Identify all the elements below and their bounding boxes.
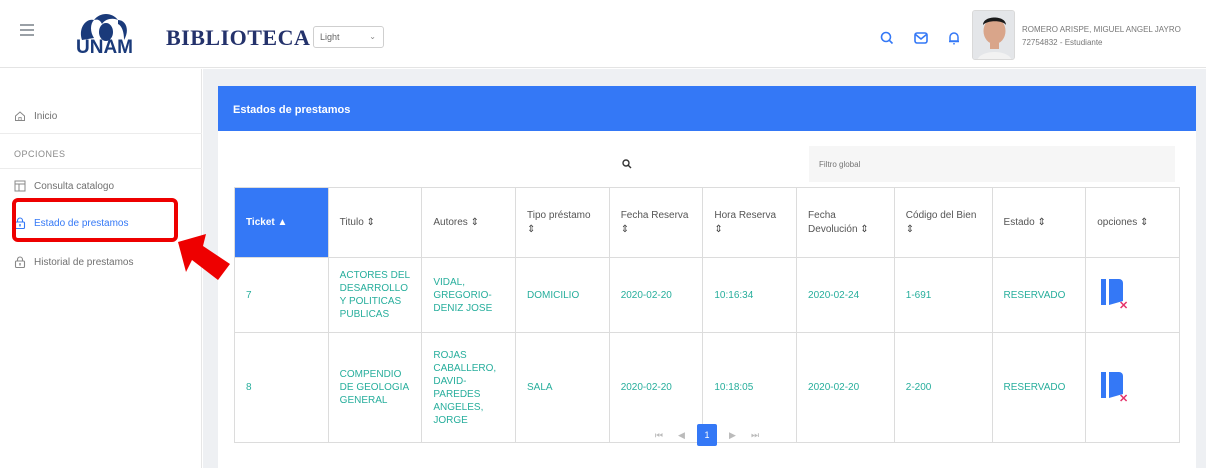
cell-ticket: 7	[234, 257, 329, 333]
cell-tipo: DOMICILIO	[515, 257, 610, 333]
avatar[interactable]	[972, 10, 1015, 60]
header-label: Hora Reserva	[714, 209, 777, 221]
user-name: ROMERO ARISPE, MIGUEL ANGEL JAYRO	[1022, 25, 1181, 34]
prev-page-button[interactable]: ◀	[674, 430, 688, 441]
lock-icon	[14, 256, 26, 268]
avatar-photo	[973, 11, 1014, 59]
divider	[0, 168, 202, 169]
header-label: Titulo	[339, 216, 364, 228]
bell-icon[interactable]	[946, 30, 962, 46]
cell-opciones: ✕	[1085, 257, 1180, 333]
sidebar-item-label: Inicio	[34, 110, 58, 122]
mail-icon[interactable]	[913, 30, 929, 46]
column-header-codigo-bien[interactable]: Código del Bien ⇕	[893, 187, 993, 258]
cell-codigo: 1-691	[893, 257, 993, 333]
sort-icon: ⇕	[905, 223, 915, 235]
loans-panel: Estados de prestamos Ticket ▲ Titulo ⇕ A…	[218, 86, 1196, 468]
column-header-autores[interactable]: Autores ⇕	[421, 187, 517, 258]
home-icon	[15, 111, 25, 121]
sidebar-item-consulta-catalogo[interactable]: Consulta catalogo	[0, 171, 202, 201]
header-label: Autores	[433, 216, 468, 228]
column-header-opciones[interactable]: opciones ⇕	[1085, 187, 1180, 258]
sidebar-item-label: Historial de prestamos	[34, 256, 134, 268]
header-label: Fecha Reserva	[620, 209, 689, 221]
sort-up-icon: ▲	[277, 216, 288, 228]
chevron-down-icon: ⌄	[369, 32, 376, 41]
cell-fecha-devolucion: 2020-02-24	[796, 257, 895, 333]
header-label: Código del Bien	[905, 209, 977, 221]
sort-icon: ⇕	[470, 216, 479, 228]
pointer-arrow-icon	[178, 234, 230, 280]
header-label: Fecha Devolución	[808, 209, 858, 235]
column-header-hora-reserva[interactable]: Hora Reserva ⇕	[702, 187, 798, 258]
cell-titulo: ACTORES DEL DESARROLLO Y POLITICAS PUBLI…	[327, 257, 423, 333]
menu-icon[interactable]	[20, 24, 34, 38]
highlight-box	[12, 198, 178, 242]
sort-icon: ⇕	[366, 216, 375, 228]
close-icon: ✕	[1119, 393, 1128, 404]
cell-estado: RESERVADO	[991, 257, 1087, 333]
top-bar: UNAM BIBLIOTECA Light ⌄ ROMERO ARISPE, M…	[0, 0, 1206, 68]
theme-select[interactable]: Light ⌄	[313, 26, 384, 48]
sort-icon: ⇕	[860, 223, 869, 235]
brand-title: BIBLIOTECA	[166, 25, 311, 50]
last-page-button[interactable]: ⏭	[748, 430, 762, 441]
next-page-button[interactable]: ▶	[726, 430, 740, 441]
table-row: 7 ACTORES DEL DESARROLLO Y POLITICAS PUB…	[234, 257, 1180, 333]
cell-autores: VIDAL, GREGORIO-DENIZ JOSE	[421, 257, 517, 333]
sort-icon: ⇕	[620, 223, 630, 235]
global-filter-input[interactable]	[809, 146, 1175, 182]
column-header-fecha-devolucion[interactable]: Fecha Devolución ⇕	[796, 187, 895, 258]
page-1-button[interactable]: 1	[697, 424, 717, 446]
column-header-titulo[interactable]: Titulo ⇕	[327, 187, 423, 258]
column-header-estado[interactable]: Estado ⇕	[991, 187, 1087, 258]
header-label: Ticket	[246, 216, 275, 228]
cancel-reservation-button[interactable]: ✕	[1097, 275, 1131, 312]
sort-icon: ⇕	[1037, 216, 1046, 228]
loans-table: Ticket ▲ Titulo ⇕ Autores ⇕ Tipo préstam…	[234, 187, 1180, 443]
sort-icon: ⇕	[1140, 216, 1149, 228]
panel-title: Estados de prestamos	[218, 86, 1196, 131]
cancel-reservation-button[interactable]: ✕	[1097, 368, 1131, 405]
sidebar-section-label: OPCIONES	[14, 149, 66, 159]
column-header-tipo-prestamo[interactable]: Tipo préstamo ⇕	[515, 187, 610, 258]
header-label: Estado	[1003, 216, 1035, 228]
pagination: ⏮ ◀ 1 ▶ ⏭	[218, 424, 1196, 448]
search-icon	[622, 159, 632, 169]
divider	[0, 133, 202, 134]
cell-hora-reserva: 10:16:34	[702, 257, 798, 333]
table-icon	[14, 180, 26, 192]
header-label: opciones	[1097, 216, 1138, 228]
close-icon: ✕	[1119, 300, 1128, 311]
logo-text: UNAM	[76, 37, 133, 58]
theme-select-value: Light	[320, 32, 340, 42]
search-icon[interactable]	[879, 30, 895, 46]
first-page-button[interactable]: ⏮	[652, 430, 666, 441]
sort-icon: ⇕	[527, 223, 536, 235]
header-label: Tipo préstamo	[527, 209, 591, 221]
sort-icon: ⇕	[714, 223, 723, 235]
sidebar-item-label: Consulta catalogo	[34, 180, 115, 192]
column-header-ticket[interactable]: Ticket ▲	[234, 187, 329, 258]
cell-fecha-reserva: 2020-02-20	[608, 257, 704, 333]
table-header-row: Ticket ▲ Titulo ⇕ Autores ⇕ Tipo préstam…	[234, 187, 1180, 258]
user-id: 72754832 - Estudiante	[1022, 38, 1103, 47]
sidebar-item-inicio[interactable]: Inicio	[0, 101, 202, 131]
column-header-fecha-reserva[interactable]: Fecha Reserva ⇕	[608, 187, 704, 258]
